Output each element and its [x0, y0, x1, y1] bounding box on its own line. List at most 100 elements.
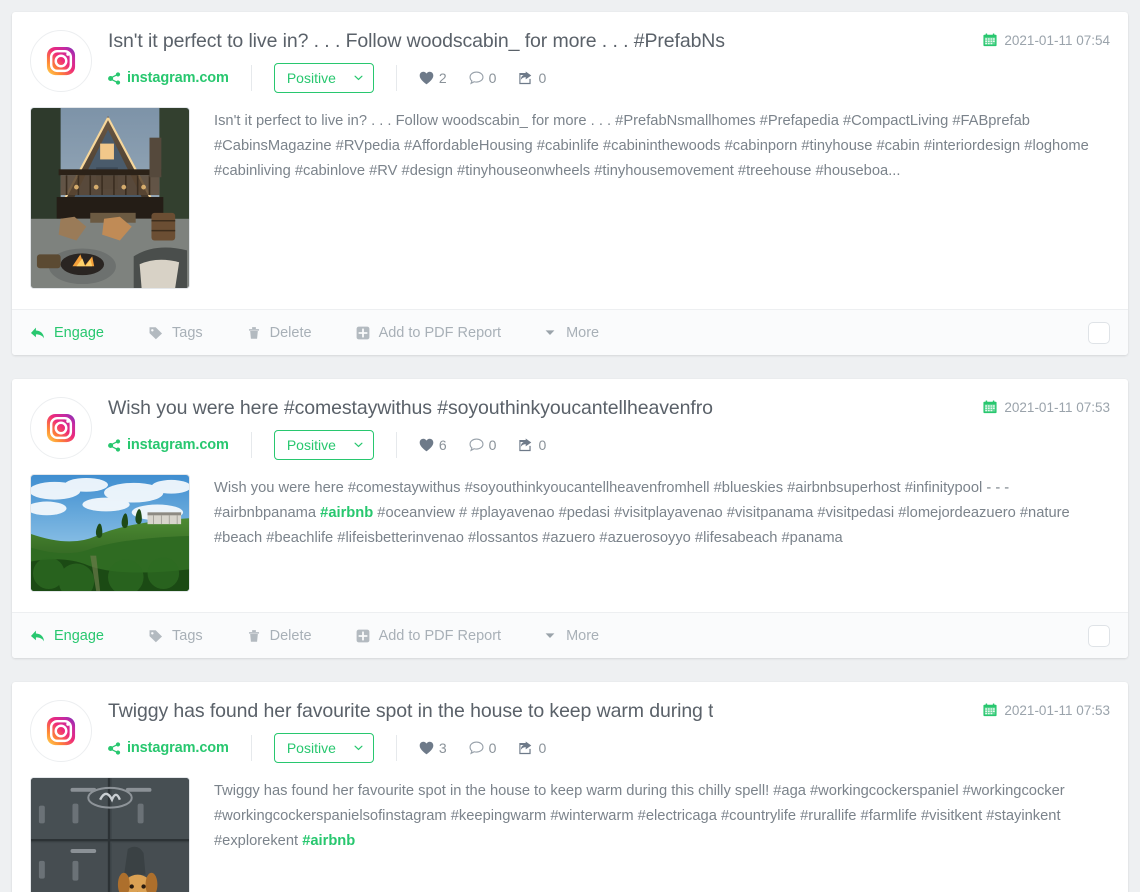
add-to-pdf-report-button[interactable]: Add to PDF Report: [356, 622, 501, 650]
post-text: Wish you were here #comestaywithus #soyo…: [190, 474, 1110, 592]
post-thumbnail[interactable]: [30, 474, 190, 592]
more-label: More: [566, 627, 600, 644]
stat-comments-value: 0: [488, 740, 497, 756]
engagement-stats: 3 0 0: [419, 740, 546, 756]
post-thumbnail[interactable]: [30, 107, 190, 289]
chevron-down-icon: [354, 442, 363, 448]
mention-header: Twiggy has found her favourite spot in t…: [30, 698, 1110, 763]
select-checkbox[interactable]: [1088, 624, 1110, 647]
engage-label: Engage: [54, 627, 104, 644]
mention-content: Wish you were here #comestaywithus #soyo…: [30, 474, 1110, 604]
share-repost-icon: [519, 741, 532, 755]
divider: [250, 735, 252, 761]
engage-button[interactable]: Engage: [30, 319, 104, 347]
source-label: instagram.com: [127, 70, 229, 86]
mention-card-body: Wish you were here #comestaywithus #soyo…: [12, 379, 1128, 612]
reply-arrow-icon: [30, 327, 45, 338]
sentiment-select[interactable]: Positive: [273, 733, 374, 763]
more-button[interactable]: More: [545, 622, 599, 650]
title-line: Twiggy has found her favourite spot in t…: [108, 698, 1110, 723]
chevron-down-icon: [354, 745, 363, 751]
stat-shares: 0: [518, 437, 546, 453]
add-to-pdf-report-button[interactable]: Add to PDF Report: [356, 319, 502, 347]
select-checkbox[interactable]: [1088, 321, 1110, 344]
share-repost-icon: [519, 438, 532, 452]
avatar: [30, 700, 92, 762]
title-line: Isn't it perfect to live in? . . . Follo…: [108, 28, 1110, 53]
avatar: [30, 30, 92, 92]
title-line: Wish you were here #comestaywithus #soyo…: [108, 395, 1110, 420]
post-title[interactable]: Isn't it perfect to live in? . . . Follo…: [108, 28, 725, 53]
source-label: instagram.com: [127, 740, 229, 756]
stat-comments-value: 0: [488, 437, 497, 453]
caret-down-icon: [545, 330, 555, 335]
stat-likes: 6: [419, 437, 447, 453]
heart-icon: [419, 741, 434, 755]
meta-row: instagram.com Positive: [108, 430, 1110, 460]
comment-bubble-icon: [469, 741, 484, 755]
post-title[interactable]: Twiggy has found her favourite spot in t…: [108, 698, 713, 723]
more-button[interactable]: More: [545, 319, 599, 347]
heart-icon: [419, 438, 434, 452]
engage-button[interactable]: Engage: [30, 622, 104, 650]
delete-button[interactable]: Delete: [247, 319, 312, 347]
source-link[interactable]: instagram.com: [108, 70, 229, 86]
thumbnail-image: [31, 475, 189, 591]
delete-label: Delete: [269, 627, 312, 644]
stat-likes-value: 6: [438, 437, 447, 453]
post-date-text: 2021-01-11 07:53: [1004, 702, 1110, 718]
stat-likes-value: 2: [438, 70, 447, 86]
divider: [395, 65, 397, 91]
share-node-icon: [108, 71, 121, 85]
comment-bubble-icon: [469, 438, 484, 452]
comment-bubble-icon: [469, 71, 484, 85]
share-repost-icon: [519, 71, 532, 85]
post-text-highlight: #airbnb: [320, 505, 374, 521]
delete-button[interactable]: Delete: [247, 622, 312, 650]
tags-button[interactable]: Tags: [148, 622, 203, 650]
mentions-feed: Isn't it perfect to live in? . . . Follo…: [0, 0, 1140, 892]
post-date: 2021-01-11 07:53: [965, 396, 1110, 415]
divider: [250, 432, 252, 458]
stat-shares: 0: [518, 740, 546, 756]
sentiment-select[interactable]: Positive: [273, 430, 374, 460]
meta-row: instagram.com Positive: [108, 63, 1110, 93]
engagement-stats: 6 0 0: [419, 437, 546, 453]
trash-icon: [248, 629, 259, 642]
source-link[interactable]: instagram.com: [108, 437, 229, 453]
share-node-icon: [108, 438, 121, 452]
tag-icon: [149, 629, 163, 642]
mention-content: Isn't it perfect to live in? . . . Follo…: [30, 107, 1110, 301]
more-label: More: [566, 324, 600, 341]
thumbnail-image: [31, 108, 189, 288]
mention-header-main: Twiggy has found her favourite spot in t…: [92, 698, 1110, 763]
reply-arrow-icon: [30, 630, 45, 641]
stat-comments-value: 0: [488, 70, 497, 86]
calendar-icon: [983, 703, 997, 717]
source-link[interactable]: instagram.com: [108, 740, 229, 756]
post-thumbnail[interactable]: [30, 777, 190, 892]
mention-header-main: Wish you were here #comestaywithus #soyo…: [92, 395, 1110, 460]
sentiment-select[interactable]: Positive: [273, 63, 374, 93]
post-title[interactable]: Wish you were here #comestaywithus #soyo…: [108, 395, 713, 420]
divider: [395, 735, 397, 761]
tags-label: Tags: [172, 324, 203, 341]
trash-icon: [248, 326, 259, 339]
tags-button[interactable]: Tags: [148, 319, 203, 347]
instagram-icon: [46, 413, 76, 443]
card-action-bar: Engage Tags Delete Add to PDF Report Mor…: [12, 612, 1128, 658]
instagram-icon: [46, 716, 76, 746]
add-to-pdf-label: Add to PDF Report: [378, 324, 502, 341]
avatar: [30, 397, 92, 459]
sentiment-value: Positive: [286, 70, 336, 86]
mention-header: Isn't it perfect to live in? . . . Follo…: [30, 28, 1110, 93]
post-date: 2021-01-11 07:53: [965, 699, 1110, 718]
divider: [250, 65, 252, 91]
meta-row: instagram.com Positive: [108, 733, 1110, 763]
sentiment-value: Positive: [286, 740, 336, 756]
stat-likes-value: 3: [438, 740, 447, 756]
post-text: Twiggy has found her favourite spot in t…: [190, 777, 1110, 892]
mention-header: Wish you were here #comestaywithus #soyo…: [30, 395, 1110, 460]
stat-comments: 0: [469, 437, 497, 453]
mention-content: Twiggy has found her favourite spot in t…: [30, 777, 1110, 892]
